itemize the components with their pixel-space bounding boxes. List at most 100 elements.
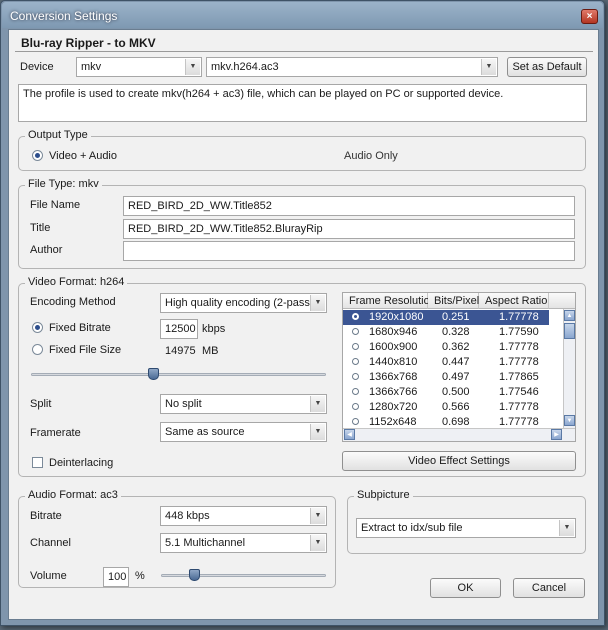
split-select[interactable]: No split ▼: [160, 394, 327, 414]
cell-aspect-ratio: 1.77778: [499, 356, 539, 368]
title-bar[interactable]: Conversion Settings ×: [2, 2, 603, 28]
volume-unit: %: [135, 570, 145, 582]
column-header-aspect-ratio[interactable]: Aspect Ratio: [479, 293, 549, 309]
fixed-file-size-unit: MB: [202, 345, 219, 357]
video-format-title: Video Format: h264: [25, 276, 128, 288]
row-radio[interactable]: [352, 403, 359, 410]
volume-input[interactable]: 100: [103, 567, 129, 587]
table-row[interactable]: 1440x810 0.447 1.77778: [343, 355, 549, 370]
author-input[interactable]: [123, 241, 575, 261]
table-row[interactable]: 1366x766 0.500 1.77546: [343, 385, 549, 400]
row-radio[interactable]: [352, 313, 359, 320]
framerate-select[interactable]: Same as source ▼: [160, 422, 327, 442]
encoding-method-label: Encoding Method: [30, 296, 116, 308]
table-row[interactable]: 1366x768 0.497 1.77865: [343, 370, 549, 385]
cell-aspect-ratio: 1.77778: [499, 341, 539, 353]
file-name-label: File Name: [30, 199, 81, 211]
channel-value: 5.1 Multichannel: [165, 537, 246, 549]
close-icon: ×: [586, 11, 593, 22]
table-vertical-scrollbar[interactable]: ▲ ▼: [563, 309, 575, 428]
row-radio[interactable]: [352, 343, 359, 350]
table-row[interactable]: 1600x900 0.362 1.77778: [343, 340, 549, 355]
close-button[interactable]: ×: [581, 9, 598, 24]
split-value: No split: [165, 398, 202, 410]
channel-label: Channel: [30, 537, 71, 549]
scroll-left-icon[interactable]: ◀: [344, 429, 355, 440]
ok-button[interactable]: OK: [430, 578, 501, 598]
cell-bits-pixel: 0.566: [442, 401, 470, 413]
table-row[interactable]: 1920x1080 0.251 1.77778: [343, 310, 549, 325]
cell-resolution: 1280x720: [369, 401, 418, 413]
chevron-down-icon: ▼: [310, 396, 325, 412]
subpicture-title: Subpicture: [354, 489, 413, 501]
table-row[interactable]: 1680x946 0.328 1.77590: [343, 325, 549, 340]
cell-aspect-ratio: 1.77865: [499, 371, 539, 383]
channel-select[interactable]: 5.1 Multichannel ▼: [160, 533, 327, 553]
cell-bits-pixel: 0.698: [442, 416, 470, 428]
chevron-down-icon: ▼: [310, 424, 325, 440]
fixed-file-size-label: Fixed File Size: [49, 344, 122, 356]
subpicture-select[interactable]: Extract to idx/sub file ▼: [356, 518, 576, 538]
deinterlacing-checkbox[interactable]: [32, 457, 43, 468]
table-horizontal-scrollbar[interactable]: ◀ ▶: [343, 428, 575, 441]
volume-slider-track[interactable]: [161, 574, 326, 577]
cell-resolution: 1440x810: [369, 356, 418, 368]
cell-resolution: 1366x766: [369, 386, 418, 398]
cancel-button[interactable]: Cancel: [513, 578, 585, 598]
cell-bits-pixel: 0.500: [442, 386, 470, 398]
fixed-bitrate-radio[interactable]: [32, 322, 43, 333]
bitrate-slider-handle[interactable]: [148, 368, 159, 380]
volume-label: Volume: [30, 570, 67, 582]
cell-aspect-ratio: 1.77546: [499, 386, 539, 398]
fixed-bitrate-unit: kbps: [202, 323, 226, 335]
profile-select[interactable]: mkv.h264.ac3 ▼: [206, 57, 498, 77]
video-audio-radio[interactable]: [32, 150, 43, 161]
video-effect-settings-button[interactable]: Video Effect Settings: [342, 451, 576, 471]
set-as-default-button[interactable]: Set as Default: [507, 57, 587, 77]
scroll-thumb[interactable]: [564, 323, 575, 339]
author-label: Author: [30, 244, 63, 256]
audio-only-label[interactable]: Audio Only: [344, 150, 398, 162]
fixed-file-size-radio[interactable]: [32, 344, 43, 355]
video-audio-label: Video + Audio: [49, 150, 117, 162]
file-name-input[interactable]: RED_BIRD_2D_WW.Title852: [123, 196, 575, 216]
split-label: Split: [30, 398, 52, 410]
title-input[interactable]: RED_BIRD_2D_WW.Title852.BlurayRip: [123, 219, 575, 239]
audio-bitrate-select[interactable]: 448 kbps ▼: [160, 506, 327, 526]
cell-aspect-ratio: 1.77778: [499, 401, 539, 413]
cell-aspect-ratio: 1.77778: [499, 416, 539, 428]
deinterlacing-label: Deinterlacing: [49, 457, 114, 469]
fixed-bitrate-input[interactable]: 12500: [160, 319, 198, 339]
column-header-bits-pixel[interactable]: Bits/Pixel: [428, 293, 479, 309]
row-radio[interactable]: [352, 388, 359, 395]
window-title: Conversion Settings: [10, 9, 118, 23]
row-radio[interactable]: [352, 358, 359, 365]
cell-bits-pixel: 0.328: [442, 326, 470, 338]
chevron-down-icon: ▼: [481, 59, 496, 75]
row-radio[interactable]: [352, 418, 359, 425]
framerate-label: Framerate: [30, 427, 81, 439]
row-radio[interactable]: [352, 328, 359, 335]
cell-resolution: 1366x768: [369, 371, 418, 383]
audio-bitrate-value: 448 kbps: [165, 510, 210, 522]
cell-resolution: 1152x648: [369, 416, 417, 428]
table-row[interactable]: 1280x720 0.566 1.77778: [343, 400, 549, 415]
cell-resolution: 1680x946: [369, 326, 418, 338]
dialog-heading: Blu-ray Ripper - to MKV: [21, 36, 156, 50]
cell-resolution: 1600x900: [369, 341, 418, 353]
bitrate-slider-track[interactable]: [31, 373, 326, 376]
encoding-method-select[interactable]: High quality encoding (2-pass) ▼: [160, 293, 327, 313]
encoding-method-value: High quality encoding (2-pass): [165, 297, 314, 309]
scroll-right-icon[interactable]: ▶: [551, 429, 562, 440]
column-header-spacer: [549, 293, 575, 309]
fixed-file-size-input[interactable]: 14975: [160, 341, 198, 361]
title-label: Title: [30, 222, 51, 234]
chevron-down-icon: ▼: [310, 508, 325, 524]
volume-slider-handle[interactable]: [189, 569, 200, 581]
column-header-resolution[interactable]: Frame Resolution: [343, 293, 436, 309]
scroll-up-icon[interactable]: ▲: [564, 310, 575, 321]
resolution-table: Frame Resolution Bits/Pixel Aspect Ratio…: [342, 292, 576, 442]
scroll-down-icon[interactable]: ▼: [564, 415, 575, 426]
row-radio[interactable]: [352, 373, 359, 380]
device-select[interactable]: mkv ▼: [76, 57, 202, 77]
